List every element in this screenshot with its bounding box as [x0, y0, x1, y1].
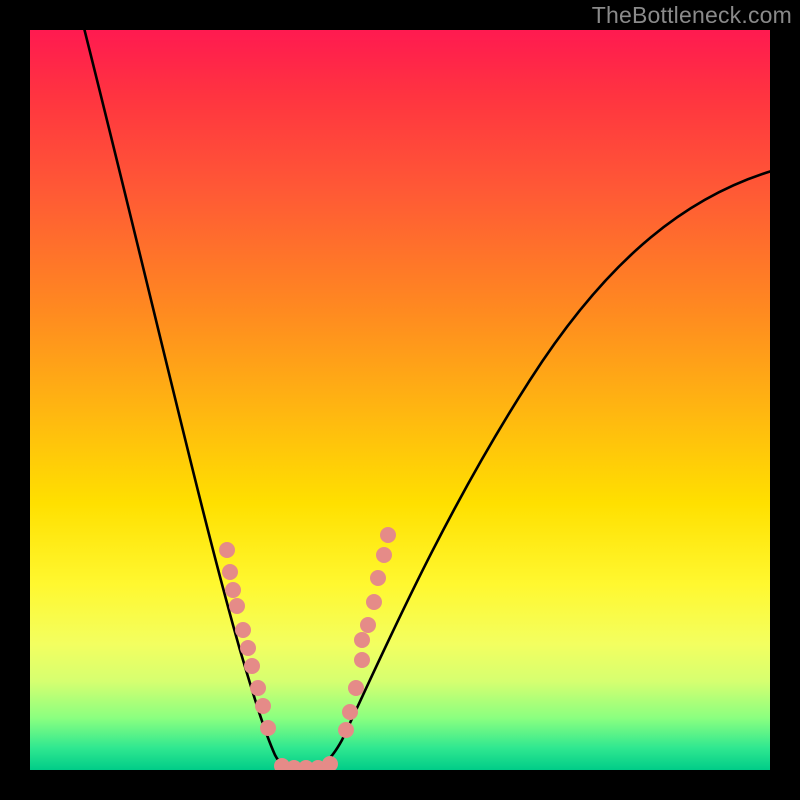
left-cluster-point-3	[229, 598, 245, 614]
right-cluster-point-0	[338, 722, 354, 738]
left-cluster-point-0	[219, 542, 235, 558]
watermark-text: TheBottleneck.com	[592, 2, 792, 29]
left-cluster-point-8	[255, 698, 271, 714]
left-cluster-point-1	[222, 564, 238, 580]
right-cluster-point-4	[354, 632, 370, 648]
left-cluster-point-7	[250, 680, 266, 696]
plot-area	[30, 30, 770, 770]
series-left-curve	[82, 30, 302, 770]
left-cluster-point-2	[225, 582, 241, 598]
right-cluster-point-6	[366, 594, 382, 610]
right-cluster-point-2	[348, 680, 364, 696]
right-cluster-point-9	[380, 527, 396, 543]
right-cluster-point-3	[354, 652, 370, 668]
curve-layer	[30, 30, 770, 770]
right-cluster-point-5	[360, 617, 376, 633]
left-cluster-point-4	[235, 622, 251, 638]
left-cluster-point-6	[244, 658, 260, 674]
left-cluster-point-9	[260, 720, 276, 736]
left-cluster-point-5	[240, 640, 256, 656]
series-right-curve	[302, 170, 770, 770]
right-cluster-point-7	[370, 570, 386, 586]
right-cluster-point-8	[376, 547, 392, 563]
data-points	[219, 527, 396, 770]
chart-frame: TheBottleneck.com	[0, 0, 800, 800]
right-cluster-point-1	[342, 704, 358, 720]
bottom-cluster-point-4	[322, 756, 338, 770]
curve-paths	[82, 30, 770, 770]
